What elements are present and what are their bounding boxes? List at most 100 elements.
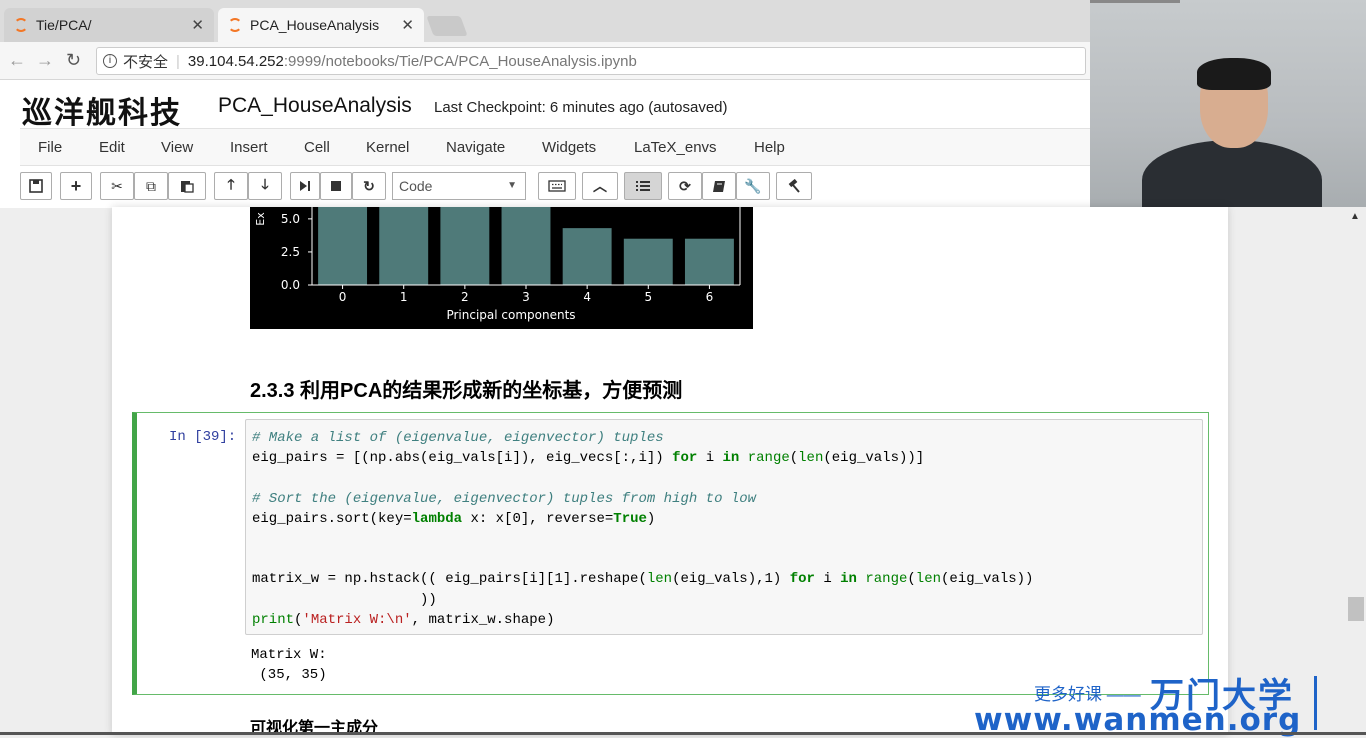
code-builtin: len	[915, 571, 942, 588]
stop-icon[interactable]	[320, 172, 352, 200]
presenter-body	[1142, 140, 1322, 207]
code-cell[interactable]: In [39]: # Make a list of (eigenvalue, e…	[132, 412, 1209, 695]
y-tick-label: 2.5	[281, 245, 300, 259]
add-cell-icon[interactable]: +	[60, 172, 92, 200]
menu-cell[interactable]: Cell	[304, 139, 330, 156]
cut-icon[interactable]: ✂	[100, 172, 134, 200]
jupyter-tab-icon	[14, 18, 28, 32]
close-tab-icon[interactable]: ✕	[401, 16, 414, 34]
y-tick-label: 0.0	[281, 278, 300, 292]
code-comment: # Sort the (eigenvalue, eigenvector) tup…	[252, 490, 757, 507]
address-bar-row: ← → ↻ i 不安全 | 39.104.54.252:9999/noteboo…	[0, 42, 1090, 80]
output-line: (35, 35)	[251, 667, 327, 683]
chevron-down-icon: ▼	[507, 180, 517, 191]
chart-bar	[623, 238, 673, 285]
menu-insert[interactable]: Insert	[230, 139, 268, 156]
code-keyword: in	[840, 571, 857, 588]
hammer-icon[interactable]	[776, 172, 812, 200]
code-text: i	[697, 450, 723, 467]
x-tick-label: 5	[644, 290, 652, 304]
menu-navigate[interactable]: Navigate	[446, 139, 505, 156]
paste-icon[interactable]	[168, 172, 206, 200]
output-line: Matrix W:	[251, 647, 327, 663]
code-text: i	[814, 571, 841, 588]
cell-type-select[interactable]: Code ▼	[392, 172, 526, 200]
code-text: )	[646, 510, 656, 527]
notebook-toolbar: + ✂ ⧉ 🡑 🡓 ↻ Code ▼ ︿ ⟳ 🔧	[20, 172, 1090, 204]
chart-bar	[318, 207, 368, 285]
code-editor[interactable]: # Make a list of (eigenvalue, eigenvecto…	[245, 419, 1203, 635]
menu-kernel[interactable]: Kernel	[366, 139, 409, 156]
y-axis-label: Ex	[254, 212, 267, 226]
code-text: (eig_vals))	[941, 571, 1034, 588]
run-icon[interactable]	[290, 172, 320, 200]
close-tab-icon[interactable]: ✕	[191, 16, 204, 34]
chart-bar	[440, 207, 490, 285]
x-tick-label: 1	[400, 290, 408, 304]
y-tick-label: 5.0	[281, 212, 300, 226]
browser-tab-bar: Tie/PCA/ ✕ PCA_HouseAnalysis ✕	[0, 0, 1090, 42]
menu-widgets[interactable]: Widgets	[542, 139, 596, 156]
code-text: , matrix_w.shape)	[411, 611, 555, 628]
code-text: (eig_vals),1)	[672, 571, 790, 588]
code-builtin: range	[747, 450, 790, 467]
logo: 巡洋舰科技	[22, 96, 182, 131]
code-builtin: len	[646, 571, 673, 588]
notebook-container: 0 1 2 3 4 5 6 0.0 2.5 5.0 Ex Principal components 2…	[112, 207, 1228, 735]
back-arrow-icon[interactable]: ←	[8, 50, 26, 71]
scroll-up-icon[interactable]: ▲	[1350, 211, 1360, 222]
code-text: eig_pairs = [(np.abs(eig_vals[i]), eig_v…	[252, 450, 673, 467]
webcam-video	[1090, 0, 1366, 207]
book-icon[interactable]	[702, 172, 736, 200]
tab-title: PCA_HouseAnalysis	[250, 17, 380, 33]
info-icon[interactable]: i	[103, 54, 117, 68]
divider	[1090, 0, 1180, 3]
menu-view[interactable]: View	[161, 139, 193, 156]
code-builtin: range	[865, 571, 908, 588]
code-text: matrix_w = np.hstack(( eig_pairs[i][1].r…	[252, 571, 647, 588]
refresh-icon[interactable]: ⟳	[668, 172, 702, 200]
new-tab-button[interactable]	[426, 16, 468, 36]
chart-bar	[501, 207, 551, 285]
url-field[interactable]: i 不安全 | 39.104.54.252:9999/notebooks/Tie…	[96, 47, 1086, 75]
pca-bar-chart: 0 1 2 3 4 5 6 0.0 2.5 5.0 Ex Principal components	[250, 207, 753, 329]
menu-latex-envs[interactable]: LaTeX_envs	[634, 139, 717, 156]
code-keyword: for	[789, 571, 815, 588]
menu-edit[interactable]: Edit	[99, 139, 125, 156]
forward-arrow-icon[interactable]: →	[36, 50, 54, 71]
x-tick-label: 4	[583, 290, 591, 304]
menu-file[interactable]: File	[38, 139, 62, 156]
menu-bar: File Edit View Insert Cell Kernel Naviga…	[20, 128, 1090, 166]
list-icon[interactable]	[624, 172, 662, 200]
url-host: 39.104.54.252	[187, 52, 284, 70]
notebook-name[interactable]: PCA_HouseAnalysis	[218, 94, 412, 118]
chevron-up-icon[interactable]: ︿	[582, 172, 618, 200]
restart-icon[interactable]: ↻	[352, 172, 386, 200]
wrench-icon[interactable]: 🔧	[736, 172, 770, 200]
menu-help[interactable]: Help	[754, 139, 785, 156]
page-scrollbar[interactable]: ▲	[1346, 207, 1366, 735]
browser-tab-active[interactable]: PCA_HouseAnalysis ✕	[218, 8, 424, 42]
move-down-icon[interactable]: 🡓	[248, 172, 282, 200]
chart-bar	[562, 228, 612, 285]
jupyter-header: 巡洋舰科技 PCA_HouseAnalysis Last Checkpoint:…	[0, 80, 1090, 208]
reload-icon[interactable]: ↻	[66, 50, 81, 71]
section-heading: 2.3.3 利用PCA的结果形成新的坐标基，方便预测	[250, 380, 683, 402]
scrollbar-thumb[interactable]	[1348, 597, 1364, 621]
chart-bar	[684, 238, 734, 285]
code-keyword: for	[672, 450, 698, 467]
move-up-icon[interactable]: 🡑	[214, 172, 248, 200]
presenter-hair	[1197, 58, 1271, 90]
x-tick-label: 6	[706, 290, 714, 304]
cell-type-value: Code	[399, 178, 433, 194]
keyboard-icon[interactable]	[538, 172, 576, 200]
browser-tab[interactable]: Tie/PCA/ ✕	[4, 8, 214, 42]
code-text: (	[789, 450, 799, 467]
cell-output: Matrix W: (35, 35)	[251, 645, 327, 685]
jupyter-tab-icon	[228, 18, 242, 32]
copy-icon[interactable]: ⧉	[134, 172, 168, 200]
chart-bar	[379, 207, 429, 285]
save-icon[interactable]	[20, 172, 52, 200]
url-path: :9999/notebooks/Tie/PCA/PCA_HouseAnalysi…	[283, 52, 637, 70]
